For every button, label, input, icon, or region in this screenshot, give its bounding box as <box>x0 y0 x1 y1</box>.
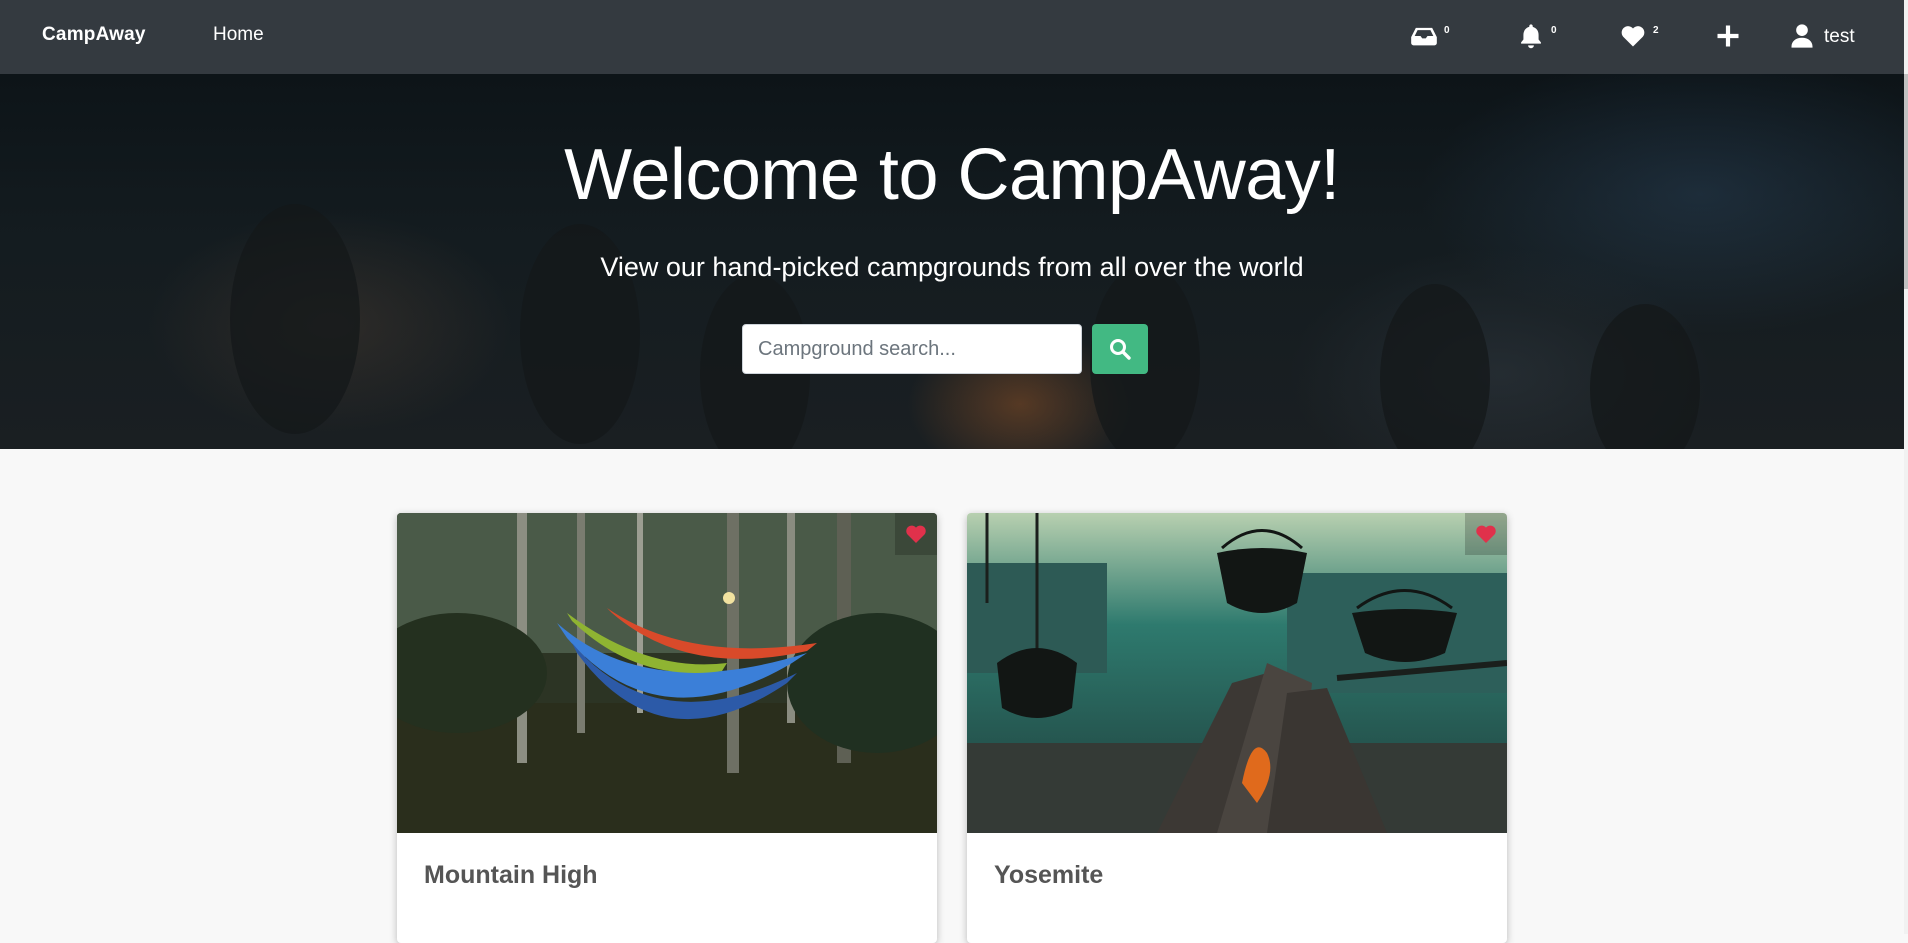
user-menu[interactable]: test <box>1788 22 1855 50</box>
brand-link[interactable]: CampAway <box>42 24 146 46</box>
campground-image[interactable] <box>967 513 1507 833</box>
notifications-button[interactable]: 0 <box>1517 22 1557 50</box>
heart-icon <box>1476 525 1496 543</box>
campground-search-input[interactable] <box>742 324 1082 374</box>
hammock-forest-image <box>397 513 937 833</box>
add-campground-button[interactable] <box>1714 22 1742 50</box>
hero-silhouette <box>1590 304 1700 449</box>
page-scrollbar[interactable] <box>1904 0 1908 934</box>
inbox-icon <box>1411 27 1437 46</box>
notifications-count: 0 <box>1551 25 1557 36</box>
favorite-toggle[interactable] <box>895 513 937 555</box>
hero-silhouette <box>1380 284 1490 449</box>
campground-card[interactable]: Mountain High <box>397 513 937 943</box>
hero-silhouette <box>230 204 360 434</box>
campground-image[interactable] <box>397 513 937 833</box>
user-icon <box>1791 24 1813 48</box>
favorites-button[interactable]: 2 <box>1619 22 1659 50</box>
plus-icon <box>1717 25 1739 47</box>
username-label: test <box>1824 26 1855 47</box>
bell-icon <box>1521 24 1541 49</box>
campground-card[interactable]: Yosemite <box>967 513 1507 943</box>
inbox-count: 0 <box>1444 25 1450 36</box>
campground-name[interactable]: Yosemite <box>994 861 1103 890</box>
favorites-count: 2 <box>1653 25 1659 36</box>
hero-title: Welcome to CampAway! <box>564 135 1340 215</box>
hero-banner: Welcome to CampAway! View our hand-picke… <box>0 74 1904 449</box>
favorite-toggle[interactable] <box>1465 513 1507 555</box>
inbox-button[interactable]: 0 <box>1410 22 1450 50</box>
search-button[interactable] <box>1092 324 1148 374</box>
nav-home-link[interactable]: Home <box>213 24 264 46</box>
campfire-pots-image <box>967 513 1507 833</box>
hero-subtitle: View our hand-picked campgrounds from al… <box>600 252 1304 282</box>
search-icon <box>1110 339 1131 360</box>
navbar: CampAway Home 0 0 2 test <box>0 0 1904 74</box>
scrollbar-thumb[interactable] <box>1904 74 1908 289</box>
heart-icon <box>1621 26 1645 47</box>
campground-name[interactable]: Mountain High <box>424 861 598 890</box>
heart-icon <box>906 525 926 543</box>
